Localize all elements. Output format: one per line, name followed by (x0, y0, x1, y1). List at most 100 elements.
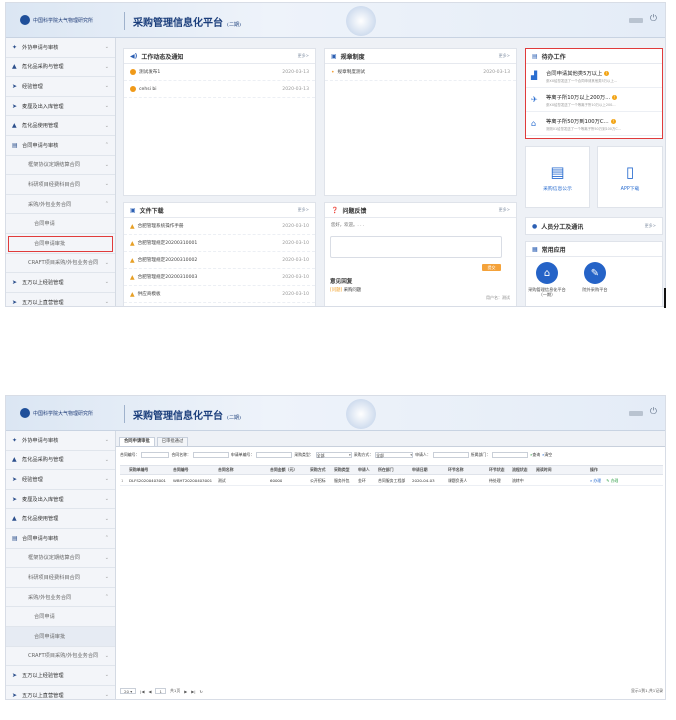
more-link[interactable]: 更多> (499, 53, 510, 59)
sidebar-item-over50k-direct[interactable]: ➤ 五万以上直营管理 ⌄ (6, 686, 115, 699)
plane-icon: ✈ (531, 95, 538, 104)
contract-no-input[interactable] (141, 452, 170, 458)
bank-icon: ⌂ (531, 119, 537, 128)
todo-item[interactable]: ⌂ 等离子所50万到100万C...! 测测01给您发送了一个等离子所50万到100… (526, 112, 662, 136)
refresh-icon[interactable]: ↻ (200, 689, 203, 694)
question-icon: ❓ (331, 206, 339, 214)
search-button[interactable]: ⌕查询 (530, 452, 540, 458)
sidebar-item-framework[interactable]: 框架协议定期结算合同 ⌄ (6, 156, 115, 176)
list-item[interactable]: • 规章制度测试 2020-03-13 (325, 64, 516, 81)
document-icon: ▤ (12, 141, 18, 149)
sidebar-item-hazmat-purchase[interactable]: ▲ 危化品采购与管理 ⌄ (6, 58, 115, 78)
warning-icon: ▲ (130, 290, 135, 298)
list-item[interactable]: ▲ 合肥管理规定20200310001 2020-03-10 (124, 235, 315, 252)
sidebar-item-over50k-exp[interactable]: ➤ 五万以上经验管理 ⌄ (6, 273, 115, 293)
speaker-icon: ◀) (130, 52, 138, 60)
user-avatar[interactable] (629, 18, 643, 23)
sidebar-item-over50k-direct[interactable]: ➤ 五万以上直营管理 ⌄ (6, 293, 115, 306)
tab-approved[interactable]: 已审批通过 (156, 437, 189, 446)
sidebar-item-hazmat-use[interactable]: ▲ 危化品使用管理 ⌄ (6, 509, 115, 529)
arrow-right-icon: ➤ (12, 298, 18, 306)
clear-button[interactable]: ⌕清空 (542, 452, 552, 458)
sidebar-item-purchase-contract[interactable]: 采购/外包业务合同 ⌃ (6, 195, 115, 215)
more-link[interactable]: 更多> (499, 207, 510, 213)
sidebar-item-research[interactable]: 科研项目经费科目合同 ⌄ (6, 175, 115, 195)
purchase-type-select[interactable]: 全部 (315, 452, 352, 458)
purchase-method-select[interactable]: 全部 (375, 452, 414, 458)
personnel-panel[interactable]: ● 人员分工及通讯 更多> (525, 217, 663, 235)
sidebar-item-contract[interactable]: ▤ 合同申请与审核 ⌃ (6, 136, 115, 156)
record-summary: 显示1到1,共1记录 (630, 688, 663, 693)
header-decoration (346, 6, 376, 36)
notice-panel: ◀) 工作动态及通知 更多> 测试发布1 2020-03-13 cehsi bi 202… (123, 48, 316, 196)
list-item[interactable]: ▲ 供应商模板 2020-03-10 (124, 286, 315, 303)
sidebar-item-contract-approval[interactable]: 合同申请审批 (6, 234, 115, 254)
feedback-textarea[interactable] (330, 236, 502, 258)
approve-link[interactable]: ✎ 办理 (606, 478, 618, 484)
screenshot-approval-list: 中国科学院大气物理研究所 采购管理信息化平台 (二期) ⏻ ✦ 外协申请与审核 ⌄ ▲… (5, 395, 666, 700)
sidebar-item-contract-apply[interactable]: 合同申请 (6, 607, 115, 627)
clipboard-icon: ▤ (532, 52, 538, 60)
handle-link[interactable]: ⌕ 办理 (590, 478, 601, 484)
document-icon: ▤ (12, 534, 18, 542)
more-link[interactable]: 更多> (298, 207, 309, 213)
first-page-button[interactable]: |◀ (140, 689, 144, 694)
prev-page-button[interactable]: ◀ (148, 689, 151, 694)
sidebar-item-contract-apply[interactable]: 合同申请 (6, 214, 115, 234)
last-page-button[interactable]: ▶| (191, 689, 195, 694)
reply-item[interactable]: [问题] 采购问题 (330, 287, 361, 293)
sidebar-item-over50k-exp[interactable]: ➤ 五万以上经验管理 ⌄ (6, 666, 115, 686)
apps-panel: ▦ 常用应用 ⌂ 采购管理信息化平台（一期） ✎ 院外采购平台 (525, 241, 663, 306)
sidebar-item-hazmat-use[interactable]: ▲ 危化品使用管理 ⌄ (6, 116, 115, 136)
warning-icon: ▲ (12, 456, 17, 464)
sidebar-item-warehouse[interactable]: ➤ 麦厘及出入库管理 ⌄ (6, 97, 115, 117)
table-row[interactable]: 1 DLFS20200403001 WBHT20200403001 测试 600… (120, 476, 663, 486)
sidebar-item-craft[interactable]: CRAFT项目采购/外包业务合同 ⌄ (6, 254, 115, 274)
page-number-input[interactable]: 1 (155, 688, 166, 694)
todo-item[interactable]: ✈ 等离子所10万以上200万...! 张XX给您发送了一个等离子所10万以上200… (526, 88, 662, 112)
sidebar-item-contract[interactable]: ▤ 合同申请与审核 ⌃ (6, 529, 115, 549)
sidebar-item-hazmat-purchase[interactable]: ▲ 危化品采购与管理 ⌄ (6, 451, 115, 471)
sidebar-item-research[interactable]: 科研项目经费科目合同 ⌄ (6, 568, 115, 588)
sidebar-item-craft[interactable]: CRAFT项目采购/外包业务合同 ⌄ (6, 647, 115, 667)
list-item[interactable]: ▲ 合肥管理规定20200310003 2020-03-10 (124, 269, 315, 286)
arrow-right-icon: ➤ (12, 495, 18, 503)
sidebar-item-purchase-contract[interactable]: 采购/外包业务合同 ⌃ (6, 588, 115, 608)
header-divider (124, 12, 125, 30)
more-link[interactable]: 更多> (298, 53, 309, 59)
more-link[interactable]: 更多> (645, 223, 656, 229)
tab-contract-approval[interactable]: 合同申请审批 (119, 437, 155, 446)
list-item[interactable]: ▲ 合肥管理规定20200310002 2020-03-10 (124, 252, 315, 269)
contract-name-input[interactable] (192, 452, 229, 458)
sidebar-item-outsourcing[interactable]: ✦ 外协申请与审核 ⌄ (6, 431, 115, 451)
page-size-select[interactable]: 20 ▾ (120, 688, 137, 694)
handshake-icon: ✦ (12, 436, 18, 444)
location-icon: ● (532, 222, 538, 230)
seal-icon (20, 15, 30, 25)
approval-content: 合同编号： 合同名称： 申请单编号： 采购类型：全部 采购方式：全部 申请人： … (116, 446, 665, 699)
app-external[interactable]: ✎ 院外采购平台 (574, 262, 616, 292)
applicant-input[interactable] (432, 452, 469, 458)
power-icon[interactable]: ⏻ (650, 407, 657, 417)
sidebar-item-experience[interactable]: ➤ 经验管理 ⌄ (6, 77, 115, 97)
files-panel: ▣ 文件下载 更多> ▲ 合肥管理系统操作手册 2020-03-10 ▲ 合肥管理规定20… (123, 202, 316, 306)
user-avatar[interactable] (629, 411, 643, 416)
sidebar-item-outsourcing[interactable]: ✦ 外协申请与审核 ⌄ (6, 38, 115, 58)
sidebar-item-warehouse[interactable]: ➤ 麦厘及出入库管理 ⌄ (6, 490, 115, 510)
power-icon[interactable]: ⏻ (650, 14, 657, 24)
list-item[interactable]: 测试发布1 2020-03-13 (124, 64, 315, 81)
pen-icon: ✎ (584, 262, 606, 284)
tile-procurement-notice[interactable]: ▤ 采购信息公示 (525, 146, 590, 208)
next-page-button[interactable]: ▶ (184, 689, 187, 694)
sidebar-item-experience[interactable]: ➤ 经验管理 ⌄ (6, 470, 115, 490)
sidebar-item-framework[interactable]: 框架协议定期结算合同 ⌄ (6, 549, 115, 569)
sidebar-item-contract-approval[interactable]: 合同申请审批 (6, 626, 115, 647)
department-input[interactable] (492, 452, 529, 458)
request-no-input[interactable] (256, 452, 293, 458)
submit-button[interactable]: 提交 (482, 264, 501, 271)
todo-item[interactable]: ▟ 合同申请其他类5万以上! 张XX给您发送了一个合同申请其他类5万以上... (526, 64, 662, 88)
app-phase1[interactable]: ⌂ 采购管理信息化平台（一期） (526, 262, 568, 297)
list-item[interactable]: cehsi bi 2020-03-13 (124, 81, 315, 98)
list-item[interactable]: ▲ 合肥管理系统操作手册 2020-03-10 (124, 218, 315, 235)
tile-app-download[interactable]: ▯ APP下载 (597, 146, 663, 208)
